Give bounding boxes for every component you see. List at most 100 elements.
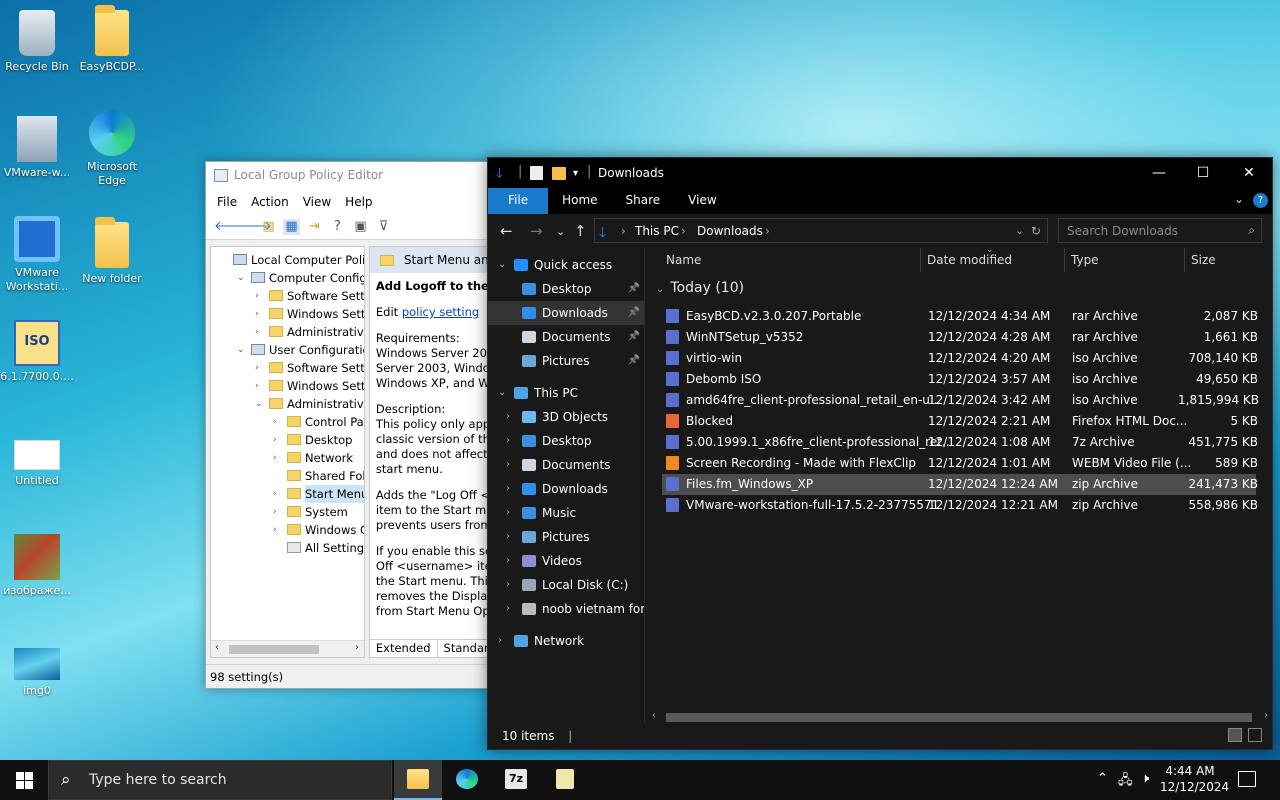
back-button[interactable]: ← bbox=[500, 222, 513, 240]
chevron-right-icon[interactable]: › bbox=[506, 525, 510, 549]
nav-item[interactable]: Pictures 📌 bbox=[488, 349, 644, 373]
customize-quick-access-icon[interactable]: ▾ bbox=[573, 168, 578, 179]
nav-item[interactable]: ⌄ Quick access bbox=[488, 253, 644, 277]
menu-file[interactable]: File bbox=[212, 190, 242, 214]
file-row[interactable]: 5.00.1999.1_x86fre_client-professional_r… bbox=[662, 432, 1258, 453]
close-button[interactable]: ✕ bbox=[1226, 158, 1272, 188]
desktop-icon-untitled[interactable]: Untitled bbox=[0, 430, 76, 488]
breadcrumb-this-pc[interactable]: This PC bbox=[635, 224, 679, 238]
chevron-down-icon[interactable]: ⌄ bbox=[237, 341, 247, 359]
nav-item[interactable]: › Pictures bbox=[488, 525, 644, 549]
nav-item[interactable]: › Local Disk (C:) bbox=[488, 573, 644, 597]
tree-item[interactable]: Local Computer Policy bbox=[211, 251, 364, 269]
scroll-right-icon[interactable]: › bbox=[355, 642, 359, 653]
nav-item[interactable]: › Network bbox=[488, 629, 644, 653]
scroll-right-icon[interactable]: › bbox=[1264, 710, 1268, 721]
chevron-down-icon[interactable]: ⌄ bbox=[498, 253, 506, 277]
tab-share[interactable]: Share bbox=[612, 188, 675, 214]
chevron-right-icon[interactable]: › bbox=[506, 477, 510, 501]
notification-center-icon[interactable] bbox=[1238, 771, 1256, 787]
chevron-right-icon[interactable]: › bbox=[273, 521, 283, 539]
chevron-right-icon[interactable]: › bbox=[506, 549, 510, 573]
file-row[interactable]: VMware-workstation-full-17.5.2-23775571 1… bbox=[662, 495, 1258, 516]
tree-item[interactable]: › Administrative Te bbox=[211, 323, 364, 341]
edit-policy-link[interactable]: policy setting bbox=[402, 305, 479, 319]
maximize-button[interactable]: ☐ bbox=[1180, 158, 1226, 188]
desktop-icon-image[interactable]: изображе... bbox=[0, 534, 76, 598]
chevron-right-icon[interactable]: › bbox=[255, 287, 265, 305]
chevron-right-icon[interactable]: › bbox=[273, 413, 283, 431]
chevron-right-icon[interactable]: › bbox=[273, 503, 283, 521]
menu-action[interactable]: Action bbox=[246, 190, 294, 214]
chevron-right-icon[interactable]: › bbox=[506, 501, 510, 525]
taskbar-notepad[interactable] bbox=[541, 760, 589, 800]
desktop-icon-easybcd-folder[interactable]: EasyBCDP... bbox=[73, 5, 151, 74]
help-icon[interactable]: ? bbox=[1253, 193, 1268, 208]
chevron-right-icon[interactable]: › bbox=[506, 597, 510, 621]
volume-muted-icon[interactable]: 🕨 bbox=[1141, 771, 1149, 786]
tree-item[interactable]: › Control Panel bbox=[211, 413, 364, 431]
chevron-right-icon[interactable]: › bbox=[255, 323, 265, 341]
up-button[interactable]: ↑ bbox=[574, 222, 587, 240]
tree-item[interactable]: ⌄ User Configuration bbox=[211, 341, 364, 359]
tree-item[interactable]: › Windows Setting bbox=[211, 377, 364, 395]
menu-help[interactable]: Help bbox=[340, 190, 377, 214]
scrollbar-thumb[interactable] bbox=[229, 645, 319, 654]
help-icon[interactable]: ? bbox=[329, 219, 346, 235]
start-button[interactable] bbox=[0, 760, 48, 800]
tree-item[interactable]: › Start Menu ar bbox=[211, 485, 364, 503]
scrollbar-thumb[interactable] bbox=[666, 713, 1252, 722]
nav-item[interactable]: › Videos bbox=[488, 549, 644, 573]
chevron-right-icon[interactable]: › bbox=[255, 359, 265, 377]
taskbar-file-explorer[interactable] bbox=[394, 760, 442, 800]
chevron-down-icon[interactable]: ⌄ bbox=[237, 269, 247, 287]
tree-horizontal-scrollbar[interactable]: ‹ › bbox=[211, 640, 364, 657]
nav-item[interactable]: › Downloads bbox=[488, 477, 644, 501]
refresh-icon[interactable]: ↻ bbox=[1031, 224, 1041, 238]
chevron-right-icon[interactable]: › bbox=[506, 573, 510, 597]
nav-item[interactable]: ⌄ This PC bbox=[488, 381, 644, 405]
tree-item[interactable]: › Windows Setting bbox=[211, 305, 364, 323]
file-row[interactable]: WinNTSetup_v5352 12/12/2024 4:28 AM rar Ar… bbox=[662, 327, 1258, 348]
desktop-icon-iso[interactable]: ISO 6.1.7700.0.... bbox=[0, 320, 76, 384]
nav-item[interactable]: Documents 📌 bbox=[488, 325, 644, 349]
desktop-icon-img0[interactable]: img0 bbox=[0, 640, 76, 698]
chevron-right-icon[interactable]: › bbox=[506, 453, 510, 477]
column-size[interactable]: Size bbox=[1191, 253, 1216, 267]
tree-item[interactable]: All Settings bbox=[211, 539, 364, 557]
minimize-button[interactable]: — bbox=[1136, 158, 1182, 188]
file-row[interactable]: Files.fm_Windows_XP 12/12/2024 12:24 AM zi… bbox=[662, 474, 1258, 495]
nav-item[interactable]: › Music bbox=[488, 501, 644, 525]
column-name[interactable]: Name bbox=[666, 253, 701, 267]
tree-item[interactable]: ⌄ Administrative Te bbox=[211, 395, 364, 413]
tree-item[interactable]: › System bbox=[211, 503, 364, 521]
up-folder-icon[interactable]: ▤ bbox=[260, 219, 277, 235]
nav-item[interactable]: Desktop 📌 bbox=[488, 277, 644, 301]
large-icons-view-icon[interactable] bbox=[1248, 728, 1262, 742]
chevron-right-icon[interactable]: › bbox=[273, 485, 283, 503]
explorer-title-bar[interactable]: 🡓 | ▾ | Downloads — ☐ ✕ bbox=[488, 158, 1272, 188]
show-hide-tree-icon[interactable]: ▦ bbox=[283, 218, 300, 235]
chevron-right-icon[interactable]: › bbox=[506, 429, 510, 453]
new-folder-icon[interactable] bbox=[552, 167, 566, 180]
file-row[interactable]: EasyBCD.v2.3.0.207.Portable 12/12/2024 4:… bbox=[662, 306, 1258, 327]
tab-standard[interactable]: Standard bbox=[438, 640, 491, 657]
chevron-down-icon[interactable]: ⌄ bbox=[255, 395, 265, 413]
gpe-title-bar[interactable]: Local Group Policy Editor bbox=[206, 162, 494, 190]
tab-view[interactable]: View bbox=[674, 188, 730, 214]
tree-item[interactable]: › Desktop bbox=[211, 431, 364, 449]
chevron-right-icon[interactable]: › bbox=[255, 377, 265, 395]
expand-ribbon-icon[interactable]: ⌄ bbox=[1234, 192, 1244, 206]
taskbar-edge[interactable] bbox=[443, 760, 491, 800]
desktop-icon-recycle-bin[interactable]: Recycle Bin bbox=[0, 10, 76, 74]
export-list-icon[interactable]: ⇥ bbox=[306, 219, 323, 235]
menu-view[interactable]: View bbox=[298, 190, 336, 214]
file-row[interactable]: Screen Recording - Made with FlexClip 12/… bbox=[662, 453, 1258, 474]
tree-item[interactable]: › Software Settings bbox=[211, 287, 364, 305]
tree-item[interactable]: › Windows Cor bbox=[211, 521, 364, 539]
properties-icon[interactable] bbox=[530, 166, 543, 180]
chevron-right-icon[interactable]: › bbox=[498, 629, 502, 653]
taskbar-search[interactable]: ⌕ Type here to search bbox=[48, 760, 392, 800]
back-arrow-icon[interactable]: 🡐 bbox=[214, 219, 249, 235]
tree-item[interactable]: ⌄ Computer Configura bbox=[211, 269, 364, 287]
